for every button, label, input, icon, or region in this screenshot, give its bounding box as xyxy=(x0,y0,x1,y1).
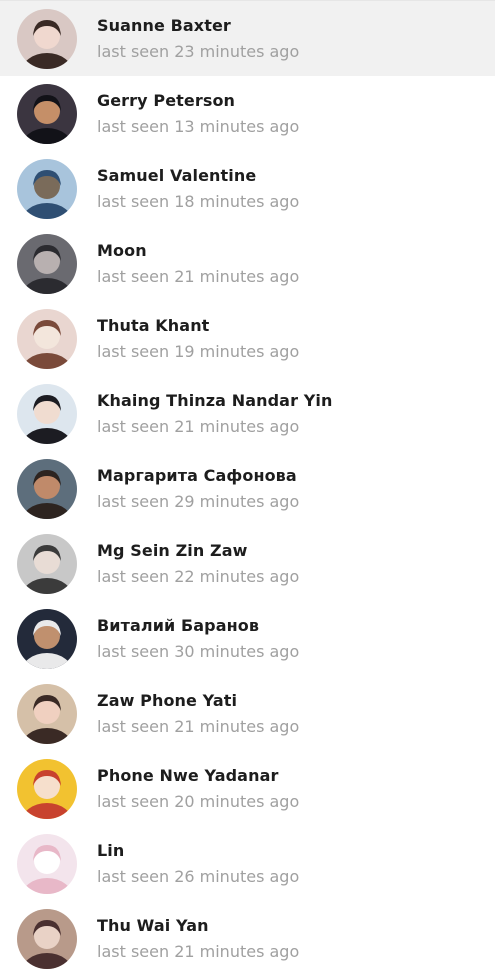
contact-list: Suanne Baxter last seen 23 minutes ago G… xyxy=(0,0,495,979)
last-seen-status: last seen 22 minutes ago xyxy=(97,567,300,586)
last-seen-status: last seen 19 minutes ago xyxy=(97,342,300,361)
woman-portrait-avatar[interactable] xyxy=(17,9,77,69)
last-seen-status: last seen 23 minutes ago xyxy=(97,42,300,61)
contact-name: Samuel Valentine xyxy=(97,166,257,185)
anime-brown-hair-avatar[interactable] xyxy=(17,909,77,969)
contact-name: Thu Wai Yan xyxy=(97,916,209,935)
last-seen-status: last seen 13 minutes ago xyxy=(97,117,300,136)
last-seen-status: last seen 20 minutes ago xyxy=(97,792,300,811)
contact-name: Thuta Khant xyxy=(97,316,210,335)
anime-boy-avatar[interactable] xyxy=(17,384,77,444)
anime-characters-avatar[interactable] xyxy=(17,684,77,744)
anime-red-hair-avatar[interactable] xyxy=(17,759,77,819)
contact-row[interactable]: Mg Sein Zin Zaw last seen 22 minutes ago xyxy=(0,526,495,601)
contact-name: Suanne Baxter xyxy=(97,16,231,35)
contact-name: Khaing Thinza Nandar Yin xyxy=(97,391,333,410)
woman-outdoor-avatar[interactable] xyxy=(17,459,77,519)
contact-name: Виталий Баранов xyxy=(97,616,260,635)
contact-row[interactable]: Phone Nwe Yadanar last seen 20 minutes a… xyxy=(0,751,495,826)
contact-name: Lin xyxy=(97,841,125,860)
contact-name: Маргарита Сафонова xyxy=(97,466,297,485)
anime-couple-avatar[interactable] xyxy=(17,309,77,369)
contact-name: Gerry Peterson xyxy=(97,91,236,110)
last-seen-status: last seen 21 minutes ago xyxy=(97,717,300,736)
contact-row[interactable]: Suanne Baxter last seen 23 minutes ago xyxy=(0,1,495,76)
man-cap-avatar[interactable] xyxy=(17,84,77,144)
contact-name: Mg Sein Zin Zaw xyxy=(97,541,248,560)
anime-white-hair-avatar[interactable] xyxy=(17,834,77,894)
contact-row[interactable]: Moon last seen 21 minutes ago xyxy=(0,226,495,301)
last-seen-status: last seen 29 minutes ago xyxy=(97,492,300,511)
contact-row[interactable]: Виталий Баранов last seen 30 minutes ago xyxy=(0,601,495,676)
contact-row[interactable]: Thu Wai Yan last seen 21 minutes ago xyxy=(0,901,495,976)
anime-girl-avatar[interactable] xyxy=(17,534,77,594)
contact-row[interactable]: Gerry Peterson last seen 13 minutes ago xyxy=(0,76,495,151)
last-seen-status: last seen 26 minutes ago xyxy=(97,867,300,886)
contact-row[interactable]: Zaw Phone Yati last seen 21 minutes ago xyxy=(0,676,495,751)
contact-name: Moon xyxy=(97,241,147,260)
contact-row[interactable]: Khaing Thinza Nandar Yin last seen 21 mi… xyxy=(0,376,495,451)
contact-name: Phone Nwe Yadanar xyxy=(97,766,279,785)
city-skyline-avatar[interactable] xyxy=(17,159,77,219)
dark-anime-avatar[interactable] xyxy=(17,234,77,294)
contact-row[interactable]: Samuel Valentine last seen 18 minutes ag… xyxy=(0,151,495,226)
contact-row[interactable]: Thuta Khant last seen 19 minutes ago xyxy=(0,301,495,376)
man-winter-hat-avatar[interactable] xyxy=(17,609,77,669)
last-seen-status: last seen 21 minutes ago xyxy=(97,267,300,286)
contact-row[interactable]: Lin last seen 26 minutes ago xyxy=(0,826,495,901)
last-seen-status: last seen 30 minutes ago xyxy=(97,642,300,661)
last-seen-status: last seen 18 minutes ago xyxy=(97,192,300,211)
contact-row[interactable]: Маргарита Сафонова last seen 29 minutes … xyxy=(0,451,495,526)
last-seen-status: last seen 21 minutes ago xyxy=(97,417,300,436)
last-seen-status: last seen 21 minutes ago xyxy=(97,942,300,961)
contact-name: Zaw Phone Yati xyxy=(97,691,238,710)
